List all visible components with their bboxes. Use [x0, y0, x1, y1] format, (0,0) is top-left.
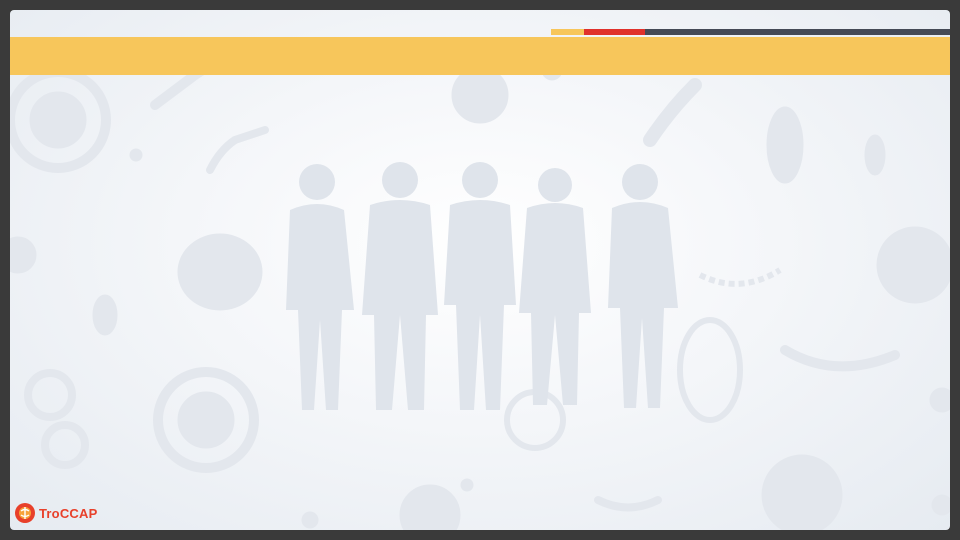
virus-icon	[876, 226, 950, 304]
bacteria-icon	[643, 78, 702, 147]
microbe-icon	[864, 134, 886, 176]
accent-strip-dark	[645, 29, 950, 35]
microbe-icon	[10, 236, 37, 274]
background-illustration	[10, 55, 950, 530]
parasite-icon	[766, 106, 804, 184]
chain-icon	[698, 267, 782, 287]
title-band	[10, 37, 950, 75]
microbe-icon	[92, 294, 118, 336]
microbe-icon	[129, 148, 143, 162]
worm-icon	[780, 345, 900, 372]
worm-icon	[206, 126, 269, 174]
cell-icon	[177, 233, 263, 311]
microbe-icon	[177, 391, 235, 449]
microbe-icon	[460, 478, 474, 492]
microbe-icon	[931, 494, 950, 516]
troccap-logo-icon	[15, 503, 35, 523]
microbe-icon	[301, 511, 319, 529]
slide-canvas: TroCCAP	[10, 10, 950, 530]
microbe-icon	[41, 421, 89, 469]
accent-strip-yellow	[551, 29, 584, 35]
people-silhouettes	[286, 162, 678, 410]
worm-icon	[594, 496, 662, 512]
troccap-logo: TroCCAP	[14, 501, 97, 525]
microbe-icon	[24, 369, 76, 421]
microbe-icon	[29, 91, 87, 149]
virus-icon	[399, 484, 461, 530]
virus-icon	[761, 454, 843, 530]
accent-strip-red	[584, 29, 645, 35]
virus-icon	[451, 66, 509, 124]
cell-icon	[677, 317, 743, 423]
microbe-icon	[929, 387, 950, 413]
logo-text: TroCCAP	[39, 505, 98, 521]
